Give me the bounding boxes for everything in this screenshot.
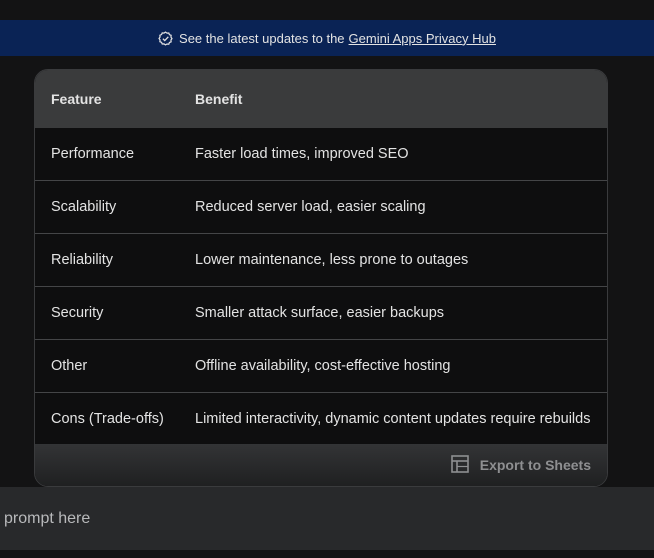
cell-feature: Other: [51, 358, 88, 374]
cell-feature: Performance: [51, 146, 135, 162]
cell-benefit: Faster load times, improved SEO: [195, 146, 409, 162]
privacy-banner: See the latest updates to the Gemini App…: [0, 20, 654, 56]
table-row: Reliability Lower maintenance, less pron…: [35, 234, 607, 287]
header-feature: Feature: [51, 91, 102, 107]
sheets-icon: [450, 454, 470, 477]
table-row: Other Offline availability, cost-effecti…: [35, 340, 607, 393]
cell-feature: Scalability: [51, 199, 117, 215]
bottom-strip: [0, 550, 654, 558]
table-footer: Export to Sheets: [35, 444, 607, 486]
table-row: Security Smaller attack surface, easier …: [35, 287, 607, 340]
cell-feature: Reliability: [51, 252, 114, 268]
cell-feature: Security: [51, 305, 104, 321]
table-header: Feature Benefit: [35, 70, 607, 128]
privacy-hub-link[interactable]: Gemini Apps Privacy Hub: [349, 31, 496, 46]
table-row: Scalability Reduced server load, easier …: [35, 181, 607, 234]
cell-feature: Cons (Trade-offs): [51, 411, 164, 427]
cell-benefit: Reduced server load, easier scaling: [195, 199, 426, 215]
check-badge-icon: [158, 30, 173, 46]
cell-benefit: Lower maintenance, less prone to outages: [195, 252, 469, 268]
cell-benefit: Limited interactivity, dynamic content u…: [195, 411, 591, 427]
export-to-sheets-button[interactable]: Export to Sheets: [450, 454, 591, 477]
header-benefit: Benefit: [195, 91, 243, 107]
prompt-placeholder: prompt here: [4, 509, 91, 527]
cell-benefit: Offline availability, cost-effective hos…: [195, 358, 451, 374]
prompt-input[interactable]: prompt here: [0, 487, 654, 550]
table-row: Cons (Trade-offs) Limited interactivity,…: [35, 393, 607, 446]
comparison-table: Feature Benefit Performance Faster load …: [34, 69, 608, 487]
table-row: Performance Faster load times, improved …: [35, 128, 607, 181]
banner-text: See the latest updates to the: [179, 30, 345, 46]
top-strip: [0, 0, 654, 20]
export-label: Export to Sheets: [479, 457, 591, 473]
cell-benefit: Smaller attack surface, easier backups: [195, 305, 445, 321]
